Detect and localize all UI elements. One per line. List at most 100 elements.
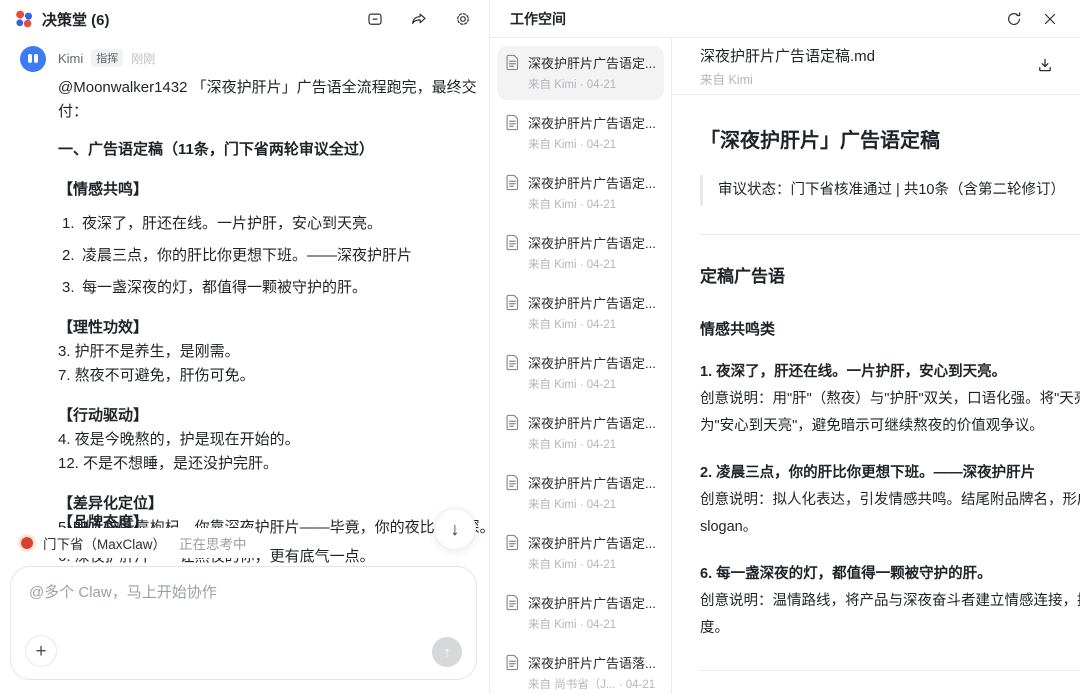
section-line: 12. 不是不想睡，是还没护完肝。 <box>58 452 477 476</box>
file-item-title: 深夜护肝片广告语定... <box>528 53 656 72</box>
message-heading: 一、广告语定稿（11条，门下省两轮审议全过） <box>58 138 477 162</box>
refresh-icon[interactable] <box>1004 9 1024 29</box>
file-item-meta: 来自 Kimi · 04-21 <box>528 76 656 92</box>
file-list-item[interactable]: 深夜护肝片广告语定...来自 Kimi · 04-21 <box>497 106 664 160</box>
file-text-icon <box>505 653 520 692</box>
download-icon[interactable] <box>1036 56 1054 77</box>
close-icon[interactable] <box>1040 9 1060 29</box>
typing-agent-name: 门下省（MaxClaw） <box>43 533 166 553</box>
chat-header: 决策堂 (6) <box>0 0 489 38</box>
file-item-info: 深夜护肝片广告语定...来自 Kimi · 04-21 <box>528 113 656 152</box>
file-item-info: 深夜护肝片广告语定...来自 Kimi · 04-21 <box>528 473 656 512</box>
file-text-icon <box>505 353 520 392</box>
maxclaw-avatar <box>18 534 36 552</box>
settings-icon[interactable] <box>453 9 473 29</box>
file-list-item[interactable]: 深夜护肝片广告语定...来自 Kimi · 04-21 <box>497 346 664 400</box>
chat-panel: 决策堂 (6) Kimi 指挥 刚刚 <box>0 0 490 694</box>
typing-status: 正在思考中 <box>179 533 247 553</box>
list-item: 3.每一盏深夜的灯，都值得一颗被守护的肝。 <box>58 276 477 300</box>
workspace-title: 工作空间 <box>510 9 566 29</box>
file-list-item[interactable]: 深夜护肝片广告语定... 来自 Kimi · 04-21 <box>497 526 664 580</box>
doc-note: 创意说明：拟人化表达，引发情感共鸣。结尾附品牌名，形成完整slogan。 <box>700 487 1080 541</box>
document-content[interactable]: 「深夜护肝片」广告语定稿 审议状态：门下省核准通过 | 共10条（含第二轮修订）… <box>672 95 1080 694</box>
message-input[interactable]: @多个 Claw，马上开始协作 + ↑ <box>10 566 477 680</box>
file-viewer: 深夜护肝片广告语定稿.md 来自 Kimi 「深夜护肝片」广告语定稿 审议状态：… <box>672 38 1080 694</box>
chat-title: 决策堂 (6) <box>42 9 110 30</box>
doc-note: 创意说明：温情路线，将产品与深夜奋斗者建立情感连接，提升品牌温度。 <box>700 588 1080 642</box>
message-section: 【行动驱动】4. 夜是今晚熬的，护是现在开始的。12. 不是不想睡，是还没护完肝… <box>58 404 477 476</box>
file-item-info: 深夜护肝片广告语定...来自 Kimi · 04-21 <box>528 413 656 452</box>
file-item-info: 深夜护肝片广告语定... 来自 Kimi · 04-21 <box>528 533 656 572</box>
file-text-icon <box>505 413 520 452</box>
arrow-up-icon: ↑ <box>443 644 451 661</box>
file-item-title: 深夜护肝片广告语定... <box>528 113 656 132</box>
file-list-item[interactable]: 深夜护肝片广告语定...来自 Kimi · 04-21 <box>497 586 664 640</box>
file-list[interactable]: 深夜护肝片广告语定... 来自 Kimi · 04-21 深夜护肝片广告语定... 来… <box>490 38 672 694</box>
file-text-icon <box>505 233 520 272</box>
doc-section-heading: 定稿广告语 <box>700 263 1080 290</box>
file-item-info: 深夜护肝片广告语定...来自 Kimi · 04-21 <box>528 173 656 212</box>
file-item-info: 深夜护肝片广告语定...来自 Kimi · 04-21 <box>528 353 656 392</box>
slogan-list: 1.夜深了，肝还在线。一片护肝，安心到天亮。 2.凌晨三点，你的肝比你更想下班。—… <box>58 212 477 300</box>
message-body: @Moonwalker1432 「深夜护肝片」广告语全流程跑完，最终交付： 一、… <box>58 76 477 540</box>
file-item-title: 深夜护肝片广告语定... <box>528 173 656 192</box>
workspace-panel: 工作空间 深夜护肝片广告语定...来自 Kimi · 04-21深夜护肝片广告语… <box>490 0 1080 694</box>
add-attachment-button[interactable]: + <box>25 635 57 667</box>
file-name: 深夜护肝片广告语定稿.md <box>700 45 875 66</box>
file-item-info: 深夜护肝片广告语落...来自 尚书省（J... · 04-21 <box>528 653 656 692</box>
list-text: 夜深了，肝还在线。一片护肝，安心到天亮。 <box>82 212 382 236</box>
list-number: 1. <box>58 212 82 236</box>
file-text-icon <box>505 593 520 632</box>
doc-title: 「深夜护肝片」广告语定稿 <box>700 127 1080 155</box>
doc-slogan: 2. 凌晨三点，你的肝比你更想下班。——深夜护肝片 <box>700 460 1080 487</box>
typing-indicator: 门下省（MaxClaw） 正在思考中 <box>8 528 261 558</box>
chat-message: Kimi 指挥 刚刚 @Moonwalker1432 「深夜护肝片」广告语全流程… <box>20 46 477 540</box>
file-list-item[interactable]: 深夜护肝片广告语定...来自 Kimi · 04-21 <box>497 286 664 340</box>
file-item-title: 深夜护肝片广告语定... <box>528 353 656 372</box>
scroll-to-bottom-button[interactable]: ↓ <box>434 508 476 550</box>
message-section: 【情感共鸣】1.夜深了，肝还在线。一片护肝，安心到天亮。2.凌晨三点，你的肝比你… <box>58 178 477 300</box>
list-item: 1.夜深了，肝还在线。一片护肝，安心到天亮。 <box>58 212 477 236</box>
doc-entry: 2. 凌晨三点，你的肝比你更想下班。——深夜护肝片创意说明：拟人化表达，引发情感… <box>700 460 1080 541</box>
file-item-title: 深夜护肝片广告语定... <box>528 533 656 552</box>
file-source: 来自 Kimi <box>700 69 875 88</box>
file-list-item[interactable]: 深夜护肝片广告语定...来自 Kimi · 04-21 <box>497 226 664 280</box>
message-intro: @Moonwalker1432 「深夜护肝片」广告语全流程跑完，最终交付： <box>58 76 486 124</box>
role-badge: 指挥 <box>91 49 123 67</box>
divider <box>700 670 1080 671</box>
doc-groups: 情感共鸣类1. 夜深了，肝还在线。一片护肝，安心到天亮。创意说明：用"肝"（熬夜… <box>700 316 1080 694</box>
chat-sections: 【情感共鸣】1.夜深了，肝还在线。一片护肝，安心到天亮。2.凌晨三点，你的肝比你… <box>58 178 477 540</box>
file-text-icon <box>505 533 520 572</box>
file-text-icon <box>505 53 520 92</box>
archive-icon[interactable] <box>365 9 385 29</box>
file-list-item[interactable]: 深夜护肝片广告语定... 来自 Kimi · 04-21 <box>497 46 664 100</box>
doc-group-heading: 情感共鸣类 <box>700 316 1080 343</box>
file-list-item[interactable]: 深夜护肝片广告语定...来自 Kimi · 04-21 <box>497 406 664 460</box>
list-number: 2. <box>58 244 82 268</box>
file-item-meta: 来自 Kimi · 04-21 <box>528 556 656 572</box>
share-icon[interactable] <box>409 9 429 29</box>
file-item-info: 深夜护肝片广告语定... 来自 Kimi · 04-21 <box>528 53 656 92</box>
list-item: 2.凌晨三点，你的肝比你更想下班。——深夜护肝片 <box>58 244 477 268</box>
section-line: 3. 护肝不是养生，是刚需。 <box>58 340 477 364</box>
arrow-down-icon: ↓ <box>451 519 460 540</box>
doc-slogan: 1. 夜深了，肝还在线。一片护肝，安心到天亮。 <box>700 359 1080 386</box>
kimi-avatar <box>20 46 46 72</box>
file-item-title: 深夜护肝片广告语定... <box>528 293 656 312</box>
message-author: Kimi <box>58 51 83 66</box>
section-title: 【理性功效】 <box>58 316 477 340</box>
doc-slogan: 6. 每一盏深夜的灯，都值得一颗被守护的肝。 <box>700 561 1080 588</box>
file-list-item[interactable]: 深夜护肝片广告语落...来自 尚书省（J... · 04-21 <box>497 646 664 694</box>
input-placeholder: @多个 Claw，马上开始协作 <box>29 581 458 602</box>
file-list-item[interactable]: 深夜护肝片广告语定...来自 Kimi · 04-21 <box>497 166 664 220</box>
file-list-item[interactable]: 深夜护肝片广告语定...来自 Kimi · 04-21 <box>497 466 664 520</box>
app-logo-icon <box>14 9 34 29</box>
send-button[interactable]: ↑ <box>432 637 462 667</box>
file-text-icon <box>505 173 520 212</box>
section-title: 【行动驱动】 <box>58 404 477 428</box>
message-section: 【理性功效】3. 护肝不是养生，是刚需。7. 熬夜不可避免，肝伤可免。 <box>58 316 477 388</box>
file-item-info: 深夜护肝片广告语定...来自 Kimi · 04-21 <box>528 593 656 632</box>
file-item-title: 深夜护肝片广告语定... <box>528 593 656 612</box>
file-item-meta: 来自 Kimi · 04-21 <box>528 256 656 272</box>
section-line: 4. 夜是今晚熬的，护是现在开始的。 <box>58 428 477 452</box>
